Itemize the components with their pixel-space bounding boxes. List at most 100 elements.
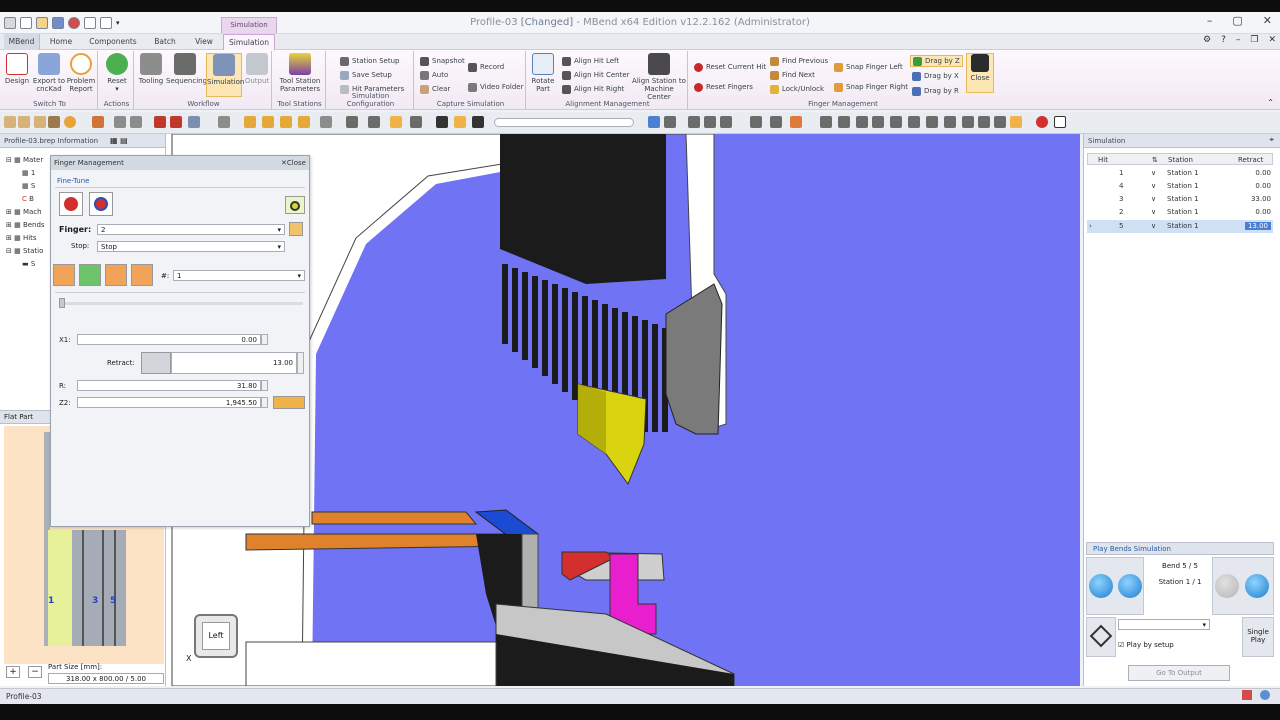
tool-icon-9[interactable]	[154, 116, 166, 128]
tree-node-b[interactable]: C B	[22, 195, 34, 203]
tool-icon-27[interactable]	[750, 116, 762, 128]
view-icon-10[interactable]	[978, 116, 990, 128]
step-back-icon[interactable]	[1118, 574, 1142, 598]
tree-node-material[interactable]: ⊟ ▦ Mater	[6, 156, 43, 164]
exit-icon[interactable]	[100, 17, 112, 29]
view-icon-11[interactable]	[994, 116, 1006, 128]
fine-tune-tab[interactable]: Fine-Tune	[57, 177, 89, 185]
table-row-selected[interactable]: › 5 ∨ Station 1 13.00	[1087, 220, 1273, 233]
tool-icon-23[interactable]	[454, 116, 466, 128]
panel-min-icon[interactable]: –	[1236, 35, 1241, 45]
drag-by-r-button[interactable]: Drag by R	[912, 85, 959, 97]
tool-icon-19[interactable]	[368, 116, 380, 128]
eye-icon[interactable]	[285, 196, 305, 214]
zoom-fit-icon[interactable]	[688, 116, 700, 128]
station-setup-button[interactable]: Station Setup	[340, 55, 400, 67]
tool-icon-25[interactable]	[648, 116, 660, 128]
maximize-icon[interactable]: ▢	[1232, 14, 1242, 27]
tool-icon-3[interactable]	[34, 116, 46, 128]
finger-tool-red-icon[interactable]	[59, 192, 83, 216]
single-play-button[interactable]: Single Play	[1242, 617, 1274, 657]
tool-station-params-button[interactable]: Tool Station Parameters	[276, 53, 324, 93]
play-icon[interactable]	[1245, 574, 1269, 598]
tool-icon-28[interactable]	[770, 116, 782, 128]
help-icon[interactable]: ?	[1221, 35, 1226, 45]
tab-components[interactable]: Components	[84, 34, 142, 50]
view-back-icon[interactable]	[856, 116, 868, 128]
tool-icon-21[interactable]	[410, 116, 422, 128]
fine-tune-slider[interactable]	[59, 302, 303, 305]
col-hit[interactable]: Hit	[1098, 156, 1108, 164]
design-button[interactable]: Design	[4, 53, 30, 85]
move-left-icon[interactable]	[53, 264, 75, 286]
col-orientation-icon[interactable]: ⇅	[1152, 156, 1158, 164]
view-front-icon[interactable]	[838, 116, 850, 128]
stop-select[interactable]: Stop ▾	[97, 241, 285, 252]
finger-lock-icon[interactable]	[289, 222, 303, 236]
snapshot-button[interactable]: Snapshot	[420, 55, 465, 67]
align-hit-left-button[interactable]: Align Hit Left	[562, 55, 619, 67]
tool-icon-18[interactable]	[346, 116, 358, 128]
blank-icon[interactable]	[1054, 116, 1066, 128]
tool-icon-11[interactable]	[188, 116, 200, 128]
drag-by-x-button[interactable]: Drag by X	[912, 70, 959, 82]
find-next-button[interactable]: Find Next	[770, 69, 815, 81]
reset-current-hit-button[interactable]: Reset Current Hit	[694, 61, 766, 73]
record-button[interactable]: Record	[468, 61, 504, 73]
new-icon[interactable]	[20, 17, 32, 29]
tool-icon-22[interactable]	[436, 116, 448, 128]
tool-icon-14[interactable]	[262, 116, 274, 128]
lock-unlock-button[interactable]: Lock/Unlock	[770, 83, 824, 95]
view-icon-12[interactable]	[1010, 116, 1022, 128]
tree-node-hits[interactable]: ⊞ ▦ Hits	[6, 234, 37, 242]
tool-icon-24[interactable]	[472, 116, 484, 128]
stop-icon[interactable]	[68, 17, 80, 29]
qat-dropdown-icon[interactable]: ▾	[116, 19, 120, 27]
simulation-button[interactable]: Simulation	[206, 53, 244, 97]
view-right-icon[interactable]	[926, 116, 938, 128]
save-setup-button[interactable]: Save Setup	[340, 69, 392, 81]
z2-spinner[interactable]	[261, 397, 268, 408]
retract-spinner[interactable]	[297, 352, 304, 374]
finger-mgmt-close-button[interactable]: ✕Close	[281, 156, 306, 170]
sequencing-button[interactable]: Sequencing	[166, 53, 207, 85]
move-down-icon[interactable]	[131, 264, 153, 286]
move-up-icon[interactable]	[105, 264, 127, 286]
user-icon[interactable]: ⚙	[1203, 35, 1211, 45]
panel-close-icon[interactable]: ✕	[1268, 35, 1276, 45]
auto-button[interactable]: Auto	[420, 69, 448, 81]
zoom-in-icon[interactable]	[720, 116, 732, 128]
tool-icon-7[interactable]	[114, 116, 126, 128]
tool-icon-15[interactable]	[280, 116, 292, 128]
tool-icon-4[interactable]	[48, 116, 60, 128]
view-cube[interactable]: Left	[194, 614, 238, 658]
reset-button[interactable]: Reset ▾	[102, 53, 132, 93]
tooling-button[interactable]: Tooling	[138, 53, 164, 85]
align-hit-right-button[interactable]: Align Hit Right	[562, 83, 624, 95]
r-input[interactable]: 31.80	[77, 380, 261, 391]
table-row[interactable]: 4 ∨ Station 1 0.00	[1087, 180, 1273, 193]
view-icon-9[interactable]	[962, 116, 974, 128]
panel-tool-icons[interactable]: ▦ ▤	[110, 136, 128, 145]
x1-spinner[interactable]	[261, 334, 268, 345]
close-finger-button[interactable]: Close	[966, 53, 994, 93]
retract-input[interactable]: 13.00	[171, 352, 297, 374]
tool-icon-20[interactable]	[390, 116, 402, 128]
table-row[interactable]: 3 ∨ Station 1 33.00	[1087, 193, 1273, 206]
tree-node-stations[interactable]: ⊟ ▦ Statio	[6, 247, 43, 255]
tool-icon-17[interactable]	[320, 116, 332, 128]
r-spinner[interactable]	[261, 380, 268, 391]
table-row[interactable]: 1 ∨ Station 1 0.00	[1087, 167, 1273, 180]
hash-select[interactable]: 1 ▾	[173, 270, 305, 281]
rotate-part-button[interactable]: Rotate Part	[530, 53, 556, 93]
tool-icon-1[interactable]	[4, 116, 16, 128]
view-bottom-icon[interactable]	[890, 116, 902, 128]
speed-select[interactable]: ▾	[1118, 619, 1210, 630]
snap-finger-right-button[interactable]: Snap Finger Right	[834, 81, 908, 93]
save-icon[interactable]	[52, 17, 64, 29]
find-previous-button[interactable]: Find Previous	[770, 55, 828, 67]
finger-select[interactable]: 2 ▾	[97, 224, 285, 235]
rewind-icon[interactable]	[1089, 574, 1113, 598]
tab-simulation[interactable]: Simulation	[223, 34, 275, 50]
output-button[interactable]: Output	[244, 53, 270, 85]
